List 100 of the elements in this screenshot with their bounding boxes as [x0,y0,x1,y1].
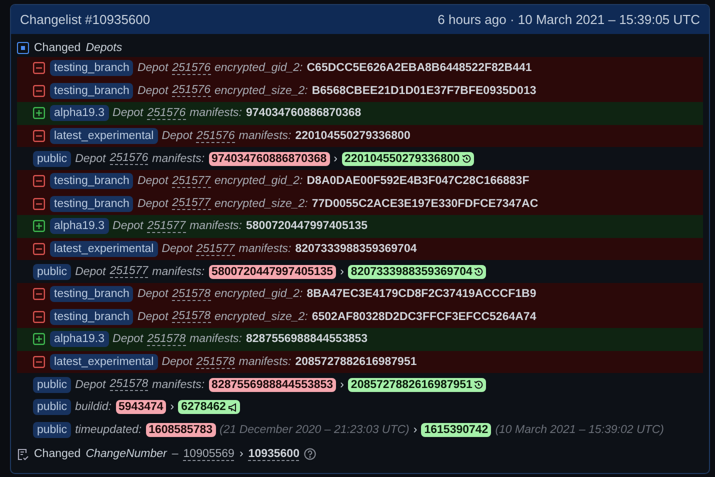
value-text: 8287556988844553853 [246,333,368,346]
key-label: encrypted_size_2: [214,310,308,323]
depot-label: Depot [112,220,144,232]
branch-tag: alpha19.3 [50,218,109,234]
key-label: encrypted_gid_2: [214,175,303,188]
new-changenumber[interactable]: 10935600 [248,448,300,461]
old-value: 5943474 [116,400,166,414]
depot-link[interactable]: 251576 [172,62,211,75]
minus-icon [33,356,45,368]
history-icon [462,154,471,164]
depot-link[interactable]: 251578 [172,310,211,324]
branch-tag: public [33,399,72,416]
branch-tag: testing_branch [50,286,134,302]
depot-label: Depot [112,333,144,346]
depot-link[interactable]: 251576 [147,106,186,120]
old-changenumber[interactable]: 10905569 [183,448,234,461]
branch-tag: testing_branch [50,196,134,212]
depot-link[interactable]: 251577 [110,265,148,278]
minus-icon [33,62,45,74]
key-label: manifests: [238,243,292,256]
value-text: 5800720447997405135 [246,220,368,232]
branch-tag: public [33,376,72,393]
depot-label: Depot [75,378,106,391]
help-icon [304,448,316,460]
value-text: 8207333988359369704 [295,243,417,256]
depot-label: Depot [75,152,106,165]
minus-icon [33,198,45,210]
plus-icon [33,220,45,232]
minus-icon [33,310,45,323]
key-label: buildid: [75,401,112,414]
depot-link[interactable]: 251578 [172,288,211,301]
depot-link[interactable]: 251577 [172,174,211,188]
arrow-separator: › [239,448,244,460]
history-icon [474,267,484,276]
old-value: 1608585783 [146,422,216,437]
new-date: (10 March 2021 – 15:39:02 UTC) [495,424,664,436]
arrow-separator: › [413,424,418,436]
section-subject: Depots [86,42,122,54]
section-label: Changed [34,42,81,54]
branch-tag: public [33,264,72,280]
key-label: timeupdated: [75,424,142,436]
key-label: manifests: [152,378,205,391]
branch-tag: latest_experimental [50,354,158,370]
arrow-separator: › [340,266,344,278]
key-label: manifests: [190,333,242,346]
key-label: manifests: [152,152,205,165]
branch-tag: latest_experimental [50,128,158,144]
depot-label: Depot [162,356,192,368]
plus-icon [33,333,45,346]
depot-link[interactable]: 251577 [147,220,186,233]
value-text: C65DCC5E626A2EBA8B6448522F82B441 [306,62,532,74]
depot-label: Depot [162,243,192,256]
minus-icon [33,84,45,97]
arrow-separator: › [334,152,338,165]
branch-tag: testing_branch [50,82,134,99]
value-text: 974034760886870368 [246,107,362,120]
depot-link[interactable]: 251577 [196,242,235,256]
history-icon [474,380,484,390]
key-label: encrypted_gid_2: [214,62,303,74]
depot-label: Depot [112,107,144,120]
new-value: 1615390742 [421,422,492,437]
old-value: 974034760886870368 [208,152,330,166]
depot-link[interactable]: 251576 [196,130,235,143]
branch-tag: public [33,150,72,167]
arrow-separator: › [170,401,174,414]
branch-tag: testing_branch [50,173,134,190]
minus-icon [33,175,45,188]
depot-link[interactable]: 251576 [172,84,211,98]
depot-link[interactable]: 251577 [172,197,211,210]
depot-link[interactable]: 251578 [147,332,186,346]
old-date: (21 December 2020 – 21:23:03 UTC) [220,424,410,436]
minus-icon [33,288,45,300]
arrow-separator: › [340,378,344,391]
footer-label: Changed [34,448,81,460]
key-label: encrypted_size_2: [214,198,308,210]
value-text: 77D0055C2ACE3E197E330FDFCE7347AC [312,198,538,210]
clipboard-check-icon [17,448,29,461]
value-text: 2085727882616987951 [295,356,417,368]
depot-link[interactable]: 251578 [110,378,148,392]
value-text: D8A0DAE00F592E4B3F047C28C166883F [306,175,530,188]
changelist-title: Changelist #10935600 [20,12,150,27]
branch-tag: testing_branch [50,308,134,325]
new-value: 2085727882616987951 [348,378,486,392]
key-label: manifests: [190,220,242,232]
depot-link[interactable]: 251576 [110,152,148,166]
depot-link[interactable]: 251578 [196,356,235,369]
new-value: 8207333988359369704 [348,264,486,279]
key-label: manifests: [238,356,292,368]
value-text: B6568CBEE21D1D01E37F7BFE0935D013 [312,84,536,97]
value-text: 6502AF80328D2DC3FFCF3EFCC5264A74 [312,310,536,323]
branch-tag: testing_branch [50,60,134,76]
branch-tag: latest_experimental [50,241,158,258]
depot-label: Depot [137,175,168,188]
old-value: 5800720447997405135 [208,264,336,279]
footer-subject: ChangeNumber [86,448,167,460]
changelist-time: 6 hours ago · 10 March 2021 – 15:39:05 UTC [438,12,700,27]
value-text: 220104550279336800 [295,130,410,142]
depot-label: Depot [137,62,168,74]
depot-label: Depot [137,288,168,300]
new-value: 220104550279336800 [342,152,474,166]
